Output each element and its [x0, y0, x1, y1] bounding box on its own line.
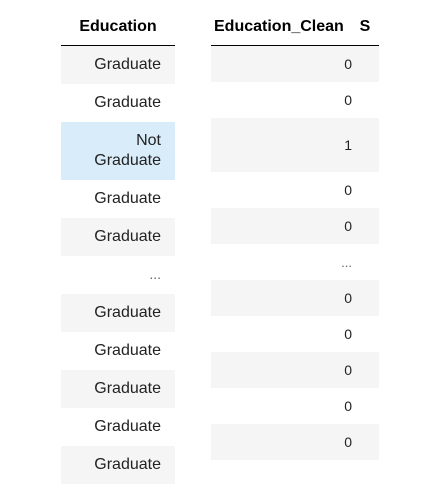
education-column-header: Education	[61, 8, 175, 46]
table-row: 0	[211, 316, 379, 352]
cell-value: 0	[344, 326, 352, 342]
cell-value: ...	[341, 254, 352, 270]
cell-value: Graduate	[94, 94, 161, 111]
cell-value: 0	[344, 92, 352, 108]
table-row: Graduate	[61, 294, 175, 332]
truncated-column-header: S	[359, 18, 371, 35]
education-clean-header-row: Education_Clean S	[211, 8, 379, 46]
cell-value: 0	[344, 182, 352, 198]
cell-value: 1	[344, 137, 352, 153]
cell-value: Graduate	[94, 228, 161, 245]
education-clean-rows: 0 0 1 0 0... 0 0 0 0 0	[211, 46, 379, 460]
table-row: Graduate	[61, 370, 175, 408]
cell-value: Graduate	[94, 342, 161, 359]
table-row: Graduate	[61, 180, 175, 218]
table-row: 0	[211, 388, 379, 424]
table-row: 0	[211, 46, 379, 82]
cell-value: 0	[344, 290, 352, 306]
notebook-output: Education Graduate Graduate Not Graduate Gr…	[0, 0, 427, 499]
cell-value: Graduate	[94, 418, 161, 435]
table-row: Graduate	[61, 84, 175, 122]
table-row: Not Graduate	[61, 122, 175, 180]
cell-value: 0	[344, 398, 352, 414]
table-row: Graduate	[61, 332, 175, 370]
education-table: Education Graduate Graduate Not Graduate Gr…	[61, 8, 175, 484]
table-row: 0	[211, 172, 379, 208]
cell-value: Graduate	[94, 456, 161, 473]
cell-value: ...	[149, 266, 161, 283]
table-row: 0	[211, 424, 379, 460]
table-row: Graduate	[61, 446, 175, 484]
table-row: 0	[211, 208, 379, 244]
cell-value: 0	[344, 56, 352, 72]
table-row: 0	[211, 352, 379, 388]
table-row: Graduate	[61, 218, 175, 256]
table-row: 0	[211, 82, 379, 118]
table-row: 1	[211, 118, 379, 172]
cell-value: 0	[344, 434, 352, 450]
ellipsis-row: ...	[61, 256, 175, 294]
cell-value: Graduate	[94, 304, 161, 321]
table-row: Graduate	[61, 46, 175, 84]
cell-value: Graduate	[94, 56, 161, 73]
education-clean-table: Education_Clean S 0 0 1 0 0... 0 0 0 0 0	[211, 8, 427, 460]
cell-value: Graduate	[94, 380, 161, 397]
education-rows: Graduate Graduate Not Graduate Graduate Grad…	[61, 46, 175, 484]
ellipsis-row: ...	[211, 244, 379, 280]
table-row: 0	[211, 280, 379, 316]
education-clean-column-header: Education_Clean	[214, 18, 344, 35]
cell-value: 0	[344, 218, 352, 234]
cell-value: Not Graduate	[94, 132, 161, 169]
cell-value: 0	[344, 362, 352, 378]
cell-value: Graduate	[94, 190, 161, 207]
table-row: Graduate	[61, 408, 175, 446]
